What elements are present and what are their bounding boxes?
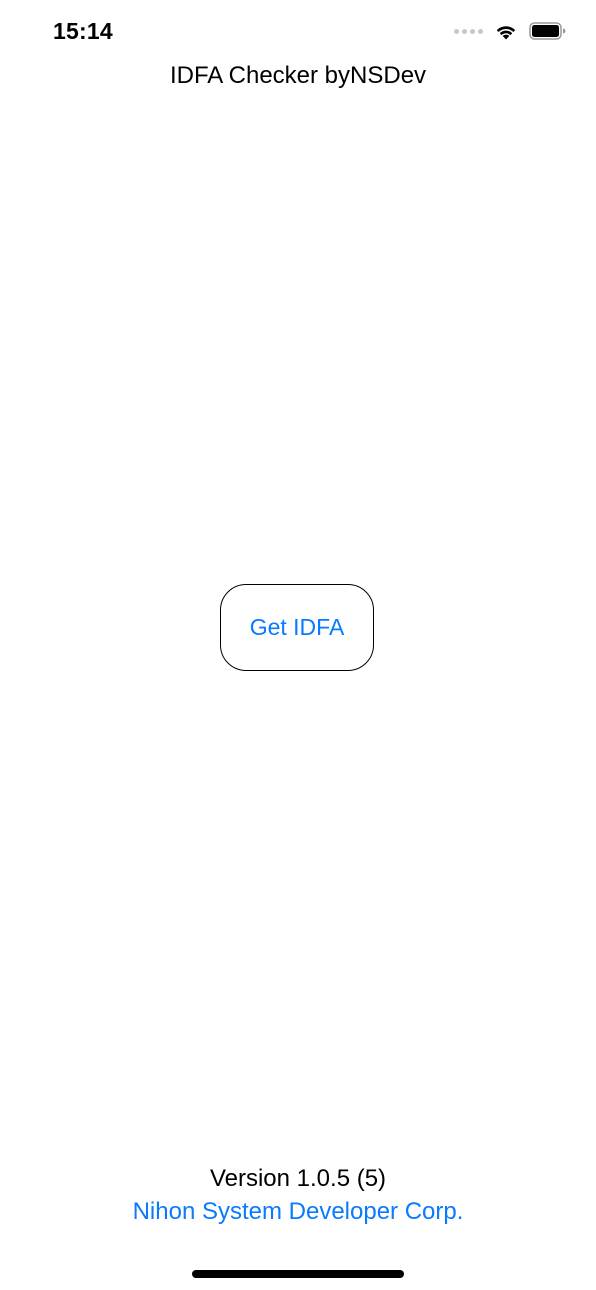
wifi-icon	[496, 25, 516, 39]
battery-icon	[529, 22, 566, 40]
home-indicator[interactable]	[192, 1270, 404, 1278]
app-title: IDFA Checker byNSDev	[169, 62, 427, 89]
cellular-signal-icon	[454, 28, 483, 34]
status-time: 15:14	[53, 18, 113, 44]
company-link[interactable]: Nihon System Developer Corp.	[0, 1198, 596, 1226]
status-icons	[454, 22, 566, 40]
get-idfa-button[interactable]: Get IDFA	[220, 584, 374, 671]
status-bar: 15:14	[0, 0, 596, 66]
version-label: Version 1.0.5 (5)	[209, 1165, 387, 1192]
